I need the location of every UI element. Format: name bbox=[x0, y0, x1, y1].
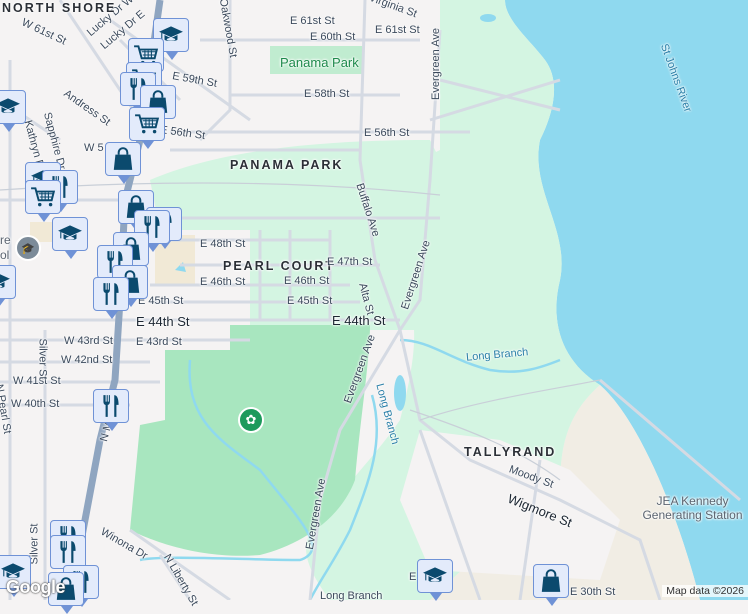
street-label: E 47th St bbox=[327, 256, 373, 268]
school-icon bbox=[422, 563, 448, 589]
street-label: E 46th St bbox=[200, 276, 246, 288]
school-marker[interactable] bbox=[0, 90, 26, 132]
school-marker[interactable] bbox=[417, 559, 453, 601]
street-label: E 45th St bbox=[287, 295, 333, 307]
street-label: E 44th St bbox=[332, 313, 386, 328]
street-label: E bbox=[409, 571, 417, 583]
school-icon bbox=[0, 94, 21, 120]
street-label: E 58th St bbox=[304, 88, 350, 100]
school-poi-label: re ol bbox=[0, 233, 11, 262]
grocery-marker[interactable] bbox=[129, 107, 165, 149]
school-icon bbox=[57, 221, 83, 247]
pond bbox=[480, 14, 496, 22]
street-label: W 42nd St bbox=[61, 354, 113, 366]
shopping-marker[interactable] bbox=[533, 564, 569, 606]
grocery-icon bbox=[30, 184, 56, 210]
restaurant-icon bbox=[98, 393, 124, 419]
restaurant-icon bbox=[98, 281, 124, 307]
street-label: Silver St bbox=[36, 338, 49, 380]
pond bbox=[394, 375, 406, 411]
park-poi-icon[interactable]: ✿ bbox=[238, 407, 264, 433]
street-label: E 30th St bbox=[570, 586, 616, 598]
street-label: E 44th St bbox=[136, 314, 190, 329]
street-label: E 61st St bbox=[290, 15, 335, 27]
neighborhood-label: NORTH SHORE bbox=[2, 1, 117, 15]
school-poi-icon[interactable]: 🎓 bbox=[15, 235, 41, 261]
street-label: W 5 bbox=[84, 142, 104, 154]
restaurant-icon bbox=[55, 539, 81, 565]
street-label: Evergreen Ave bbox=[429, 28, 442, 100]
restaurant-marker[interactable] bbox=[93, 277, 129, 319]
poi-label: JEA Kennedy Generating Station bbox=[642, 494, 743, 522]
street-label: E 46th St bbox=[284, 275, 330, 287]
street-label: W 43rd St bbox=[64, 335, 113, 347]
park-label: Panama Park bbox=[280, 55, 359, 70]
neighborhood-label: TALLYRAND bbox=[464, 445, 557, 459]
school-icon bbox=[0, 269, 11, 295]
street-label: E 61st St bbox=[375, 24, 420, 36]
street-label: E 56th St bbox=[364, 127, 410, 139]
street-label: E 43rd St bbox=[136, 336, 182, 348]
restaurant-marker[interactable] bbox=[93, 389, 129, 431]
neighborhood-label: PEARL COURT bbox=[223, 259, 336, 273]
restaurant-marker[interactable] bbox=[50, 535, 86, 577]
street-label: E 48th St bbox=[200, 238, 246, 250]
map-attribution[interactable]: Map data ©2026 bbox=[662, 585, 748, 597]
shopping-icon bbox=[538, 568, 564, 594]
neighborhood-label: PANAMA PARK bbox=[230, 158, 344, 172]
school-marker[interactable] bbox=[52, 217, 88, 259]
shopping-marker[interactable] bbox=[105, 142, 141, 184]
street-label: E 60th St bbox=[310, 31, 356, 43]
place-label: Long Branch bbox=[320, 590, 383, 602]
school-marker[interactable] bbox=[0, 265, 16, 307]
grocery-marker[interactable] bbox=[25, 180, 61, 222]
google-logo: Google bbox=[6, 577, 66, 597]
street-label: W 40th St bbox=[11, 398, 60, 410]
grocery-icon bbox=[134, 111, 160, 137]
shopping-icon bbox=[110, 146, 136, 172]
